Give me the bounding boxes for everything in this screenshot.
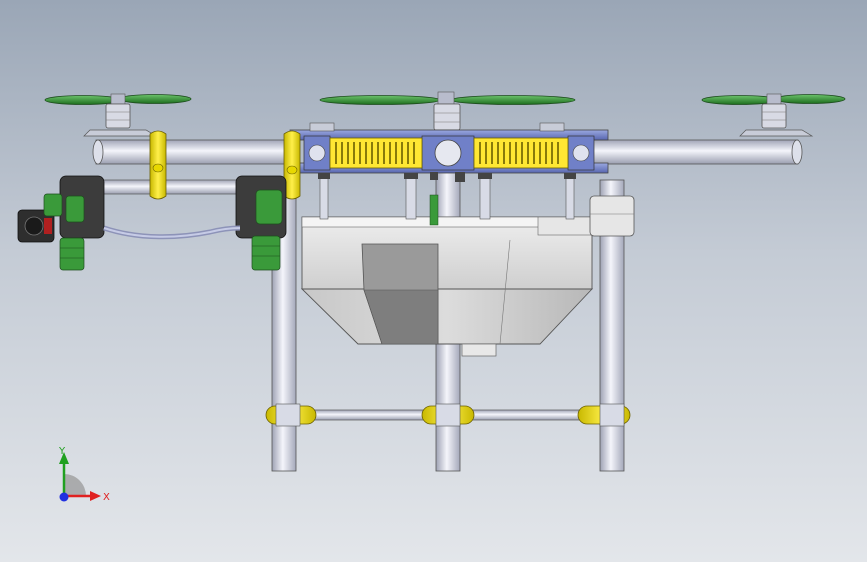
triad-plane	[64, 474, 86, 496]
orientation-triad[interactable]: Y X	[58, 446, 110, 503]
motor-left	[83, 103, 158, 137]
spray-tank	[300, 216, 594, 357]
clamp-lower-center	[421, 403, 475, 427]
triad-y-label: Y	[58, 446, 66, 457]
arm-tube-left	[92, 139, 297, 165]
propeller-center	[319, 91, 576, 105]
cad-viewport[interactable]: Y X	[0, 0, 867, 562]
side-bracket-right	[589, 195, 635, 237]
arm-tube-right	[579, 139, 803, 165]
spray-nozzle-left	[17, 175, 105, 271]
drone-model-scene[interactable]: Y X	[0, 0, 867, 562]
triad-x-label: X	[103, 492, 110, 503]
triad-x-arrow	[90, 491, 101, 501]
triad-z-axis	[59, 492, 69, 502]
clamp-upper-left	[149, 130, 167, 200]
clamp-lower-left	[265, 403, 317, 427]
propeller-left	[44, 93, 192, 105]
clamp-lower-right	[577, 403, 631, 427]
spray-nozzle-right	[235, 175, 287, 271]
motor-center	[433, 103, 461, 131]
motor-right	[739, 103, 814, 137]
spray-hose	[103, 225, 241, 240]
propeller-right	[701, 93, 846, 105]
